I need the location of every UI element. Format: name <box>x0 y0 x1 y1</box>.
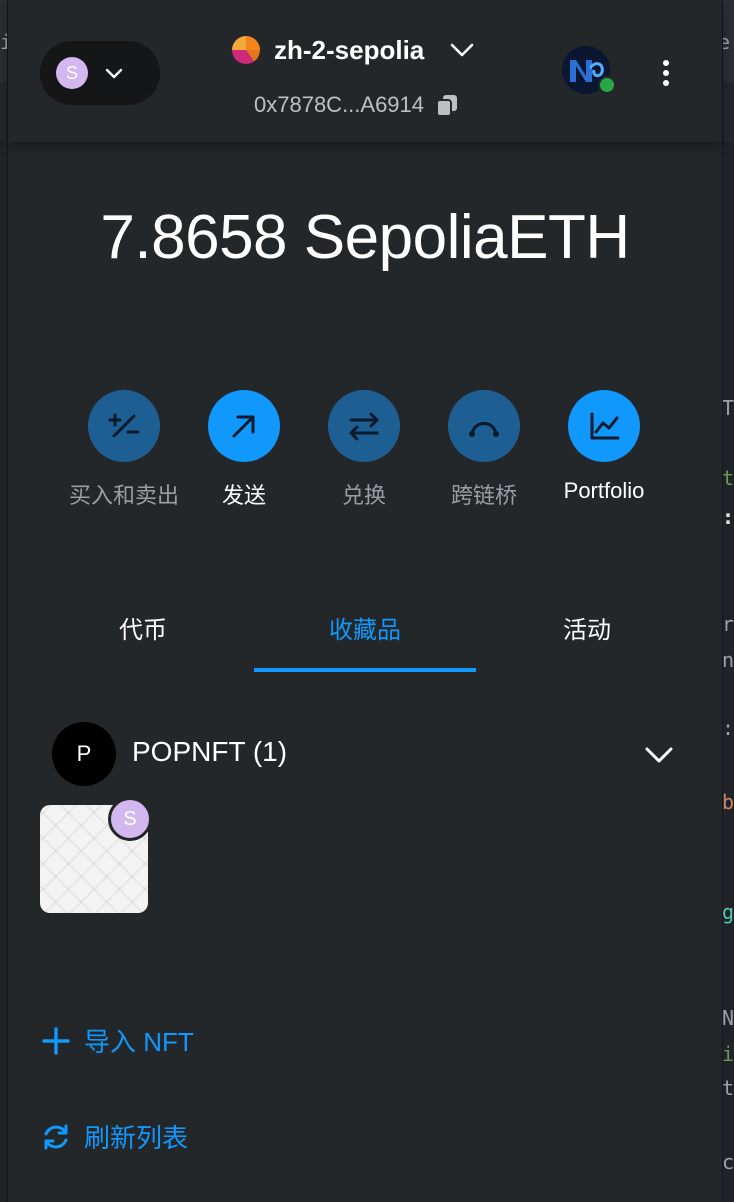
collection-name: POPNFT (1) <box>132 736 288 767</box>
network-name: zh-2-sepolia <box>274 34 425 65</box>
background-text-fragment: i <box>722 1042 734 1066</box>
nft-collection-header[interactable]: P POPNFT (1) <box>52 722 692 786</box>
background-text-fragment: t <box>722 1076 734 1100</box>
send-label: 发送 <box>221 483 266 508</box>
collection-avatar: P <box>52 722 116 786</box>
chevron-down-icon <box>105 68 123 79</box>
wallet-header: S zh-2-sepolia 0x7878C...A6914 <box>8 0 722 142</box>
background-text-fragment: r <box>722 612 734 636</box>
bridge-circle <box>448 390 520 462</box>
refresh-list-link[interactable]: 刷新列表 <box>40 1118 188 1155</box>
background-text-fragment: g <box>722 900 734 924</box>
background-text-fragment: T <box>722 396 734 420</box>
portfolio-label: Portfolio <box>563 478 645 503</box>
account-picker-button[interactable]: S <box>40 41 160 105</box>
account-avatar-small: S <box>56 57 88 89</box>
refresh-icon <box>44 1124 68 1149</box>
portfolio-circle <box>568 390 640 462</box>
tab-activity[interactable]: 活动 <box>476 600 698 674</box>
background-text-fragment: : <box>722 505 734 529</box>
import-nft-link[interactable]: 导入 NFT <box>40 1022 194 1059</box>
background-text-fragment: N <box>722 1006 734 1030</box>
tab-tokens[interactable]: 代币 <box>32 600 254 674</box>
buy-sell-icon <box>108 413 140 438</box>
background-text-fragment: n <box>722 648 734 672</box>
wallet-popup: S zh-2-sepolia 0x7878C...A6914 7.8658 Se… <box>8 0 722 1202</box>
import-nft-label: 导入 NFT <box>84 1027 194 1057</box>
network-selector[interactable]: zh-2-sepolia <box>232 30 476 70</box>
swap-arrows-icon <box>349 412 379 441</box>
tab-collectibles[interactable]: 收藏品 <box>254 600 476 674</box>
chart-icon <box>590 412 620 440</box>
background-text-fragment: : <box>722 716 734 740</box>
swap-circle <box>328 390 400 462</box>
bridge-icon <box>469 422 499 437</box>
bridge-label: 跨链桥 <box>450 483 517 508</box>
buy-sell-circle <box>88 390 160 462</box>
network-icon <box>232 36 260 64</box>
buy-sell-label: 买入和卖出 <box>68 483 179 508</box>
action-bar: 买入和卖出 发送 兑换 跨链桥 Portfolio <box>8 390 722 520</box>
plus-icon <box>42 1026 70 1055</box>
bridge-button[interactable]: 跨链桥 <box>424 390 544 510</box>
balance-amount: 7.8658 SepoliaETH <box>100 203 630 272</box>
chevron-down-icon <box>450 43 474 57</box>
portfolio-button[interactable]: Portfolio <box>544 390 664 504</box>
active-tab-indicator <box>254 668 476 672</box>
asset-tabs: 代币 收藏品 活动 <box>8 600 722 674</box>
buy-sell-button[interactable]: 买入和卖出 <box>64 390 184 510</box>
more-options-icon[interactable] <box>654 58 678 88</box>
background-text-fragment: t <box>722 466 734 490</box>
account-address-copy[interactable]: 0x7878C...A6914 <box>254 92 460 118</box>
refresh-list-label: 刷新列表 <box>84 1123 189 1153</box>
swap-button[interactable]: 兑换 <box>304 390 424 510</box>
background-text-fragment: b <box>722 790 734 814</box>
send-circle <box>208 390 280 462</box>
account-address: 0x7878C...A6914 <box>254 92 425 117</box>
send-arrow-icon <box>232 415 255 438</box>
send-button[interactable]: 发送 <box>184 390 304 510</box>
swap-label: 兑换 <box>341 483 386 508</box>
chevron-down-icon[interactable] <box>642 738 676 772</box>
connection-status-dot <box>598 76 616 94</box>
copy-icon <box>436 95 458 117</box>
background-text-fragment: c <box>722 1150 734 1174</box>
nft-network-badge: S <box>108 797 152 841</box>
